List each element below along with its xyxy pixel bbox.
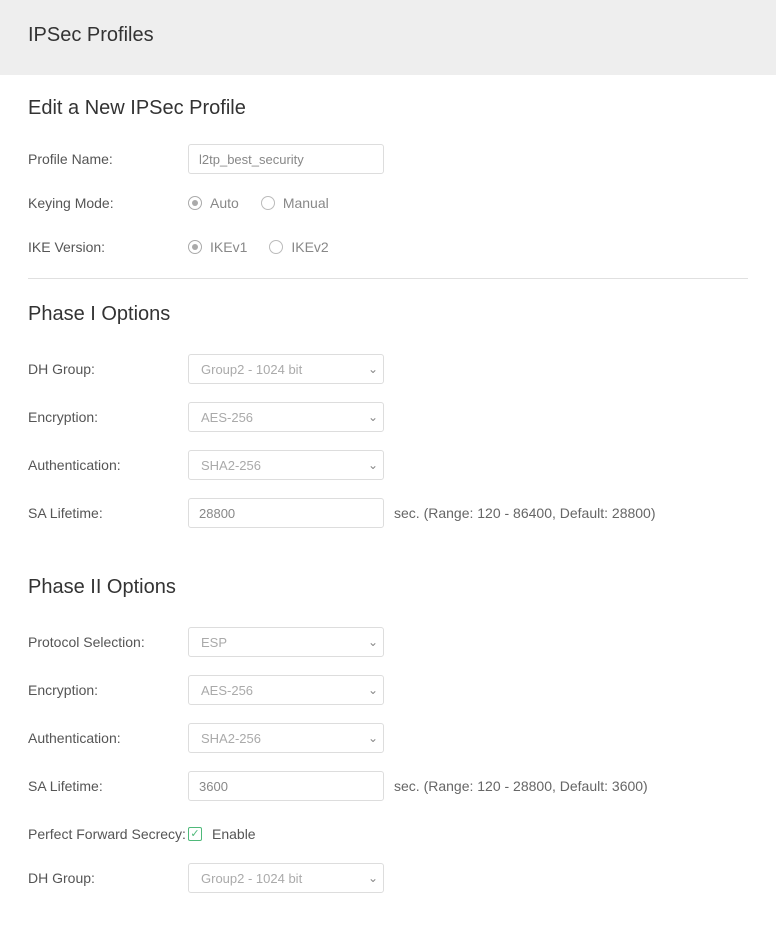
phase2-enc-value: AES-256	[201, 683, 253, 698]
ike-v1-radio[interactable]: IKEv1	[188, 239, 247, 255]
phase2-pfs-label: Perfect Forward Secrecy:	[28, 825, 188, 844]
phase1-enc-select[interactable]: AES-256 ⌄	[188, 402, 384, 432]
page-title: IPSec Profiles	[28, 24, 748, 47]
ike-v2-radio[interactable]: IKEv2	[269, 239, 328, 255]
phase1-enc-value: AES-256	[201, 410, 253, 425]
keying-auto-label: Auto	[210, 195, 239, 211]
pfs-enable-label: Enable	[212, 826, 256, 842]
phase2-title: Phase II Options	[28, 576, 748, 599]
keying-mode-auto-radio[interactable]: Auto	[188, 195, 239, 211]
phase2-auth-value: SHA2-256	[201, 731, 261, 746]
ike-v2-label: IKEv2	[291, 239, 328, 255]
keying-manual-label: Manual	[283, 195, 329, 211]
phase1-dh-select[interactable]: Group2 - 1024 bit ⌄	[188, 354, 384, 384]
profile-name-input[interactable]	[188, 144, 384, 174]
phase1-sa-hint: sec. (Range: 120 - 86400, Default: 28800…	[394, 505, 656, 521]
radio-unselected-icon	[261, 196, 275, 210]
phase2-sa-input[interactable]	[188, 771, 384, 801]
phase2-auth-select[interactable]: SHA2-256 ⌄	[188, 723, 384, 753]
phase1-auth-label: Authentication:	[28, 456, 188, 475]
phase1-dh-label: DH Group:	[28, 360, 188, 379]
phase2-dh-label: DH Group:	[28, 869, 188, 888]
check-icon: ✓	[190, 829, 199, 840]
content: Edit a New IPSec Profile Profile Name: K…	[0, 75, 776, 931]
phase1-enc-label: Encryption:	[28, 408, 188, 427]
phase1-sa-input[interactable]	[188, 498, 384, 528]
phase2-auth-label: Authentication:	[28, 729, 188, 748]
phase2-proto-value: ESP	[201, 635, 227, 650]
phase2-enc-label: Encryption:	[28, 681, 188, 700]
page-header: IPSec Profiles	[0, 0, 776, 75]
phase1-dh-value: Group2 - 1024 bit	[201, 362, 302, 377]
divider	[28, 278, 748, 279]
edit-section-title: Edit a New IPSec Profile	[28, 97, 748, 120]
phase1-auth-select[interactable]: SHA2-256 ⌄	[188, 450, 384, 480]
phase2-sa-label: SA Lifetime:	[28, 777, 188, 796]
phase2-proto-label: Protocol Selection:	[28, 633, 188, 652]
phase2-dh-select[interactable]: Group2 - 1024 bit ⌄	[188, 863, 384, 893]
ike-v1-label: IKEv1	[210, 239, 247, 255]
radio-unselected-icon	[269, 240, 283, 254]
radio-selected-icon	[188, 240, 202, 254]
profile-name-label: Profile Name:	[28, 150, 188, 169]
phase1-title: Phase I Options	[28, 303, 748, 326]
phase1-auth-value: SHA2-256	[201, 458, 261, 473]
phase2-enc-select[interactable]: AES-256 ⌄	[188, 675, 384, 705]
phase2-proto-select[interactable]: ESP ⌄	[188, 627, 384, 657]
radio-selected-icon	[188, 196, 202, 210]
pfs-enable-checkbox[interactable]: ✓	[188, 827, 202, 841]
keying-mode-label: Keying Mode:	[28, 194, 188, 213]
keying-mode-manual-radio[interactable]: Manual	[261, 195, 329, 211]
ike-version-label: IKE Version:	[28, 238, 188, 257]
phase1-sa-label: SA Lifetime:	[28, 504, 188, 523]
phase2-sa-hint: sec. (Range: 120 - 28800, Default: 3600)	[394, 778, 648, 794]
